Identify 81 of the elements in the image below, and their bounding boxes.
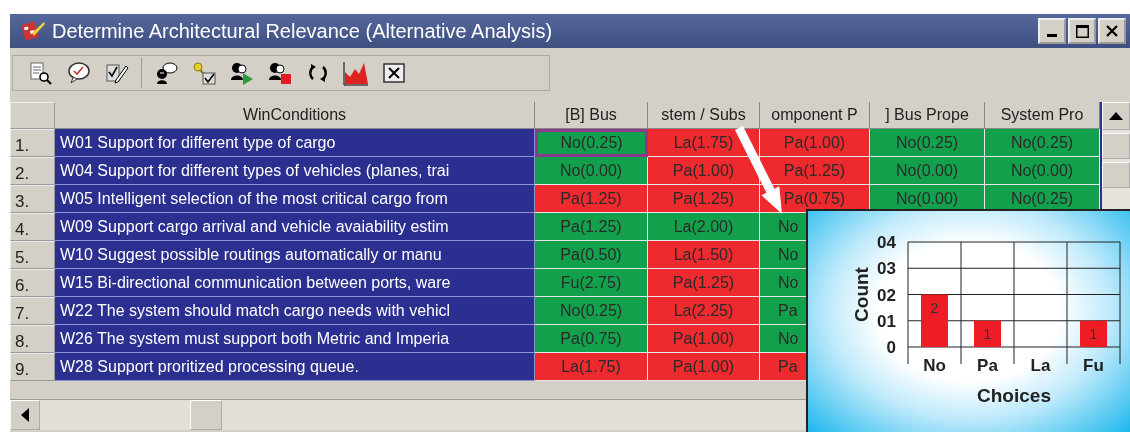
close-button[interactable] <box>1098 18 1126 44</box>
minimize-icon <box>1047 34 1057 37</box>
table-cell: W15 Bi-directional communication between ports, ware <box>55 269 535 297</box>
column-header[interactable]: WinConditions <box>55 102 535 129</box>
table-cell: La(2.25) <box>648 297 760 325</box>
table-cell: Pa(0.75) <box>535 325 648 353</box>
table-cell: Pa(1.25) <box>535 213 648 241</box>
column-header[interactable]: ] Bus Prope <box>870 102 985 129</box>
data-label: 1 <box>1089 325 1098 342</box>
table-cell: Fu(2.75) <box>535 269 648 297</box>
table-cell: W09 Support cargo arrival and vehicle avaiability estim <box>55 213 535 241</box>
table-cell: W26 The system must support both Metric and Imperia <box>55 325 535 353</box>
table-cell: W28 Support proritized processing queue. <box>55 353 535 381</box>
data-label: 1 <box>983 325 992 342</box>
checklist-pencil-icon <box>20 19 46 43</box>
table-cell: La(1.75) <box>648 129 760 157</box>
column-header[interactable]: stem / Subs <box>648 102 760 129</box>
table-cell: Pa(1.00) <box>648 157 760 185</box>
table-cell: W01 Support for different type of cargo <box>55 129 535 157</box>
y-tick-label: 02 <box>877 285 896 305</box>
table-cell: No(0.00) <box>870 157 985 185</box>
row-number: 9. <box>10 353 55 381</box>
mountain-chart-icon[interactable] <box>342 59 370 87</box>
table-cell: W04 Support for different types of vehicles (planes, trai <box>55 157 535 185</box>
table-cell: No(0.25) <box>870 129 985 157</box>
close-icon <box>1106 25 1118 37</box>
table-cell: La(2.00) <box>648 213 760 241</box>
minimize-button[interactable] <box>1038 18 1066 44</box>
column-header[interactable]: omponent P <box>760 102 870 129</box>
y-tick-label: 01 <box>877 311 896 331</box>
row-number: 6. <box>10 269 55 297</box>
column-header[interactable]: [B] Bus <box>535 102 648 129</box>
table-cell: La(1.50) <box>648 241 760 269</box>
window-title: Determine Architectural Relevance (Alternative Analysis) <box>52 19 553 43</box>
data-label: 2 <box>930 299 939 316</box>
table-cell: Pa(1.25) <box>648 269 760 297</box>
row-number: 2. <box>10 157 55 185</box>
key-check-icon[interactable] <box>190 59 218 87</box>
table-cell: Pa(1.00) <box>648 353 760 381</box>
table-cell: Pa(0.50) <box>535 241 648 269</box>
scrollbar-thumb[interactable] <box>190 400 222 430</box>
row-number: 4. <box>10 213 55 241</box>
column-header[interactable]: System Pro <box>985 102 1100 129</box>
table-cell: W22 The system should match cargo needs with vehicl <box>55 297 535 325</box>
row-number: 8. <box>10 325 55 353</box>
x-tick-label: Fu <box>1083 356 1104 375</box>
left-arrow-icon <box>21 408 29 422</box>
up-arrow-icon <box>1109 112 1123 120</box>
x-axis-label: Choices <box>977 385 1051 406</box>
table-cell: No(0.00) <box>535 157 648 185</box>
maximize-icon <box>1075 24 1089 38</box>
speech-bubble-check-icon[interactable] <box>65 59 93 87</box>
scrollbar-thumb[interactable] <box>1102 133 1130 159</box>
table-cell: W05 Intelligent selection of the most critical cargo from <box>55 185 535 213</box>
x-tick-label: No <box>923 356 946 375</box>
table-cell: Pa(1.00) <box>648 325 760 353</box>
table-cell: W10 Suggest possible routings automatically or manu <box>55 241 535 269</box>
table-cell: No(0.25) <box>535 129 648 157</box>
table-cell: Pa(1.25) <box>760 157 870 185</box>
table-cell: Pa(1.25) <box>535 185 648 213</box>
table-cell: No(0.25) <box>985 129 1100 157</box>
table-cell: No(0.00) <box>985 157 1100 185</box>
table-cell: No(0.25) <box>535 297 648 325</box>
table-cell: Pa(1.25) <box>648 185 760 213</box>
y-tick-label: 0 <box>886 338 896 357</box>
x-tick-label: Pa <box>977 356 998 375</box>
y-tick-label: 04 <box>877 233 896 252</box>
scroll-left-button[interactable] <box>10 400 40 430</box>
table-cell: Pa(1.00) <box>760 129 870 157</box>
vertical-scrollbar[interactable] <box>1100 102 1130 209</box>
y-tick-label: 03 <box>877 259 896 279</box>
table-cell: La(1.75) <box>535 353 648 381</box>
row-number: 5. <box>10 241 55 269</box>
maximize-button[interactable] <box>1068 18 1096 44</box>
horizontal-scrollbar[interactable] <box>10 399 806 430</box>
row-number: 1. <box>10 129 55 157</box>
scrollbar-thumb[interactable] <box>1102 162 1130 188</box>
x-tick-label: La <box>1030 356 1051 375</box>
scroll-up-button[interactable] <box>1102 102 1130 130</box>
row-number: 7. <box>10 297 55 325</box>
row-number: 3. <box>10 185 55 213</box>
